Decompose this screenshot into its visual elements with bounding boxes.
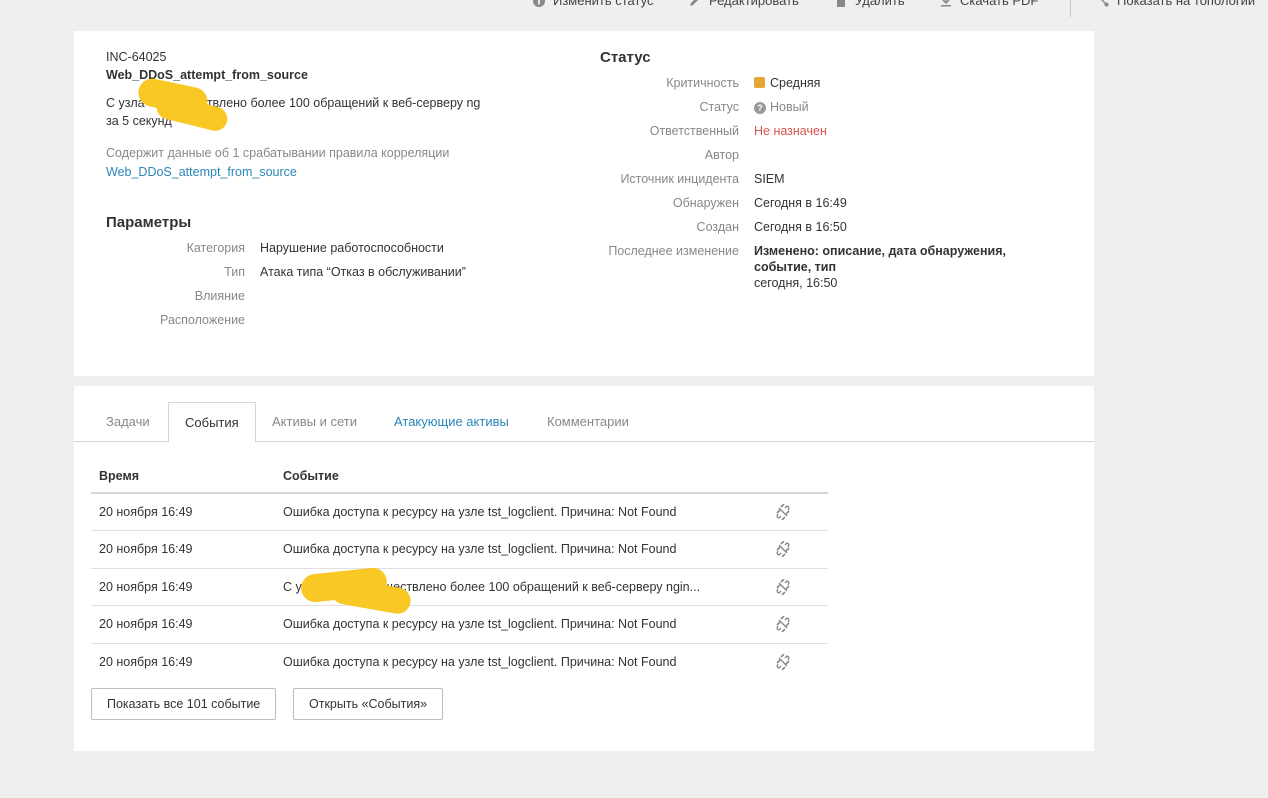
unlink-icon[interactable] bbox=[775, 653, 791, 670]
criticality-value-wrap: Средняя bbox=[754, 76, 820, 90]
param-row-location: Расположение bbox=[74, 313, 554, 331]
incident-id: INC-64025 bbox=[106, 50, 167, 64]
tab-assets-networks[interactable]: Активы и сети bbox=[256, 402, 373, 442]
parameters-title: Параметры bbox=[106, 214, 192, 231]
param-label: Категория bbox=[186, 241, 245, 255]
events-table-header: Время Событие bbox=[91, 460, 828, 494]
pencil-icon bbox=[690, 0, 698, 6]
download-pdf-label: Скачать PDF bbox=[960, 0, 1039, 8]
open-events-button[interactable]: Открыть «События» bbox=[293, 688, 444, 720]
status-value-wrap: ? Новый bbox=[754, 100, 809, 114]
event-text: Ошибка доступа к ресурсу на узле tst_log… bbox=[283, 617, 677, 632]
event-time: 20 ноября 16:49 bbox=[99, 617, 193, 632]
show-topology-label: Показать на топологии bbox=[1117, 0, 1256, 8]
source-label: Источник инцидента bbox=[620, 172, 739, 186]
table-row[interactable]: 20 ноября 16:49 Ошибка доступа к ресурсу… bbox=[91, 644, 828, 681]
event-text: Ошибка доступа к ресурсу на узле tst_log… bbox=[283, 654, 677, 669]
table-row[interactable]: 20 ноября 16:49 Ошибка доступа к ресурсу… bbox=[91, 606, 828, 644]
incident-details-card: INC-64025 Web_DDoS_attempt_from_source С… bbox=[74, 31, 1094, 376]
detected-label: Обнаружен bbox=[672, 196, 739, 210]
param-row-category: Категория Нарушение работоспособности bbox=[74, 241, 554, 259]
topology-icon bbox=[1101, 0, 1109, 6]
created-value: Сегодня в 16:50 bbox=[754, 220, 847, 234]
param-label: Тип bbox=[224, 265, 245, 279]
event-time: 20 ноября 16:49 bbox=[99, 505, 193, 519]
table-row[interactable]: 20 ноября 16:49 Ошибка доступа к ресурсу… bbox=[91, 531, 828, 569]
download-pdf-button[interactable]: Скачать PDF bbox=[940, 0, 1038, 8]
criticality-color-icon bbox=[754, 77, 765, 88]
last-change-label: Последнее изменение bbox=[608, 244, 739, 258]
criticality-label: Критичность bbox=[666, 76, 739, 90]
last-change-line2: событие, тип bbox=[754, 260, 837, 274]
responsible-value: Не назначен bbox=[754, 124, 827, 138]
criticality-value: Средняя bbox=[770, 76, 821, 90]
unlink-icon[interactable] bbox=[775, 616, 791, 633]
status-title: Статус bbox=[600, 49, 651, 66]
unlink-icon[interactable] bbox=[775, 504, 791, 520]
status-label: Статус bbox=[699, 100, 739, 114]
show-topology-button[interactable]: Показать на топологии bbox=[1097, 0, 1255, 8]
change-status-button[interactable]: Изменить статус bbox=[533, 0, 653, 8]
edit-button[interactable]: Редактировать bbox=[689, 0, 799, 8]
event-time: 20 ноября 16:49 bbox=[99, 579, 193, 594]
author-label: Автор bbox=[704, 148, 739, 162]
delete-button[interactable]: Удалить bbox=[835, 0, 905, 8]
toolbar: Изменить статус Редактировать Удалить Ск… bbox=[0, 0, 1268, 17]
incident-tabs-card: Задачи События Активы и сети Атакующие а… bbox=[74, 386, 1094, 751]
unlink-icon[interactable] bbox=[775, 541, 791, 558]
tab-comments[interactable]: Комментарии bbox=[531, 402, 645, 442]
trash-icon bbox=[837, 0, 845, 7]
table-row[interactable]: 20 ноября 16:49 Ошибка доступа к ресурсу… bbox=[91, 494, 828, 532]
param-row-impact: Влияние bbox=[74, 289, 554, 307]
detected-value: Сегодня в 16:49 bbox=[754, 196, 847, 210]
events-table: Время Событие 20 ноября 16:49 Ошибка дос… bbox=[91, 460, 828, 681]
param-row-type: Тип Атака типа “Отказ в обслуживании” bbox=[74, 265, 554, 283]
correlation-note: Содержит данные об 1 срабатывании правил… bbox=[106, 146, 450, 160]
event-time: 20 ноября 16:49 bbox=[99, 542, 193, 557]
question-icon: ? bbox=[754, 102, 766, 114]
tab-bar: Задачи События Активы и сети Атакующие а… bbox=[74, 402, 1094, 443]
tab-attacking-assets[interactable]: Атакующие активы bbox=[378, 402, 525, 442]
col-header-event: Событие bbox=[283, 469, 339, 483]
correlation-rule-link[interactable]: Web_DDoS_attempt_from_source bbox=[106, 165, 297, 179]
delete-label: Удалить bbox=[855, 0, 905, 8]
incident-name: Web_DDoS_attempt_from_source bbox=[106, 68, 308, 82]
event-text: Ошибка доступа к ресурсу на узле tst_log… bbox=[283, 542, 677, 557]
download-icon bbox=[941, 0, 951, 6]
created-label: Создан bbox=[696, 220, 739, 234]
responsible-label: Ответственный bbox=[649, 124, 739, 138]
param-value: Атака типа “Отказ в обслуживании” bbox=[260, 265, 466, 279]
param-label: Расположение bbox=[160, 313, 245, 327]
tab-tasks[interactable]: Задачи bbox=[90, 402, 166, 442]
param-label: Влияние bbox=[194, 289, 245, 303]
event-time: 20 ноября 16:49 bbox=[99, 654, 193, 669]
toolbar-divider bbox=[1070, 0, 1071, 17]
source-value: SIEM bbox=[754, 172, 785, 186]
show-all-events-button[interactable]: Показать все 101 событие bbox=[91, 688, 277, 720]
unlink-icon[interactable] bbox=[775, 578, 791, 595]
edit-label: Редактировать bbox=[709, 0, 799, 8]
param-value: Нарушение работоспособности bbox=[260, 241, 444, 255]
last-change-time: сегодня, 16:50 bbox=[754, 276, 838, 290]
table-row[interactable]: 20 ноября 16:49 С у··· ··· ···51 осущест… bbox=[91, 566, 828, 616]
col-header-time: Время bbox=[99, 469, 139, 483]
tab-events[interactable]: События bbox=[168, 402, 256, 443]
info-icon bbox=[533, 0, 545, 7]
event-text: Ошибка доступа к ресурсу на узле tst_log… bbox=[283, 505, 677, 519]
last-change-line1: Изменено: описание, дата обнаружения, bbox=[754, 244, 1006, 258]
change-status-label: Изменить статус bbox=[553, 0, 654, 8]
status-value: Новый bbox=[770, 100, 809, 114]
